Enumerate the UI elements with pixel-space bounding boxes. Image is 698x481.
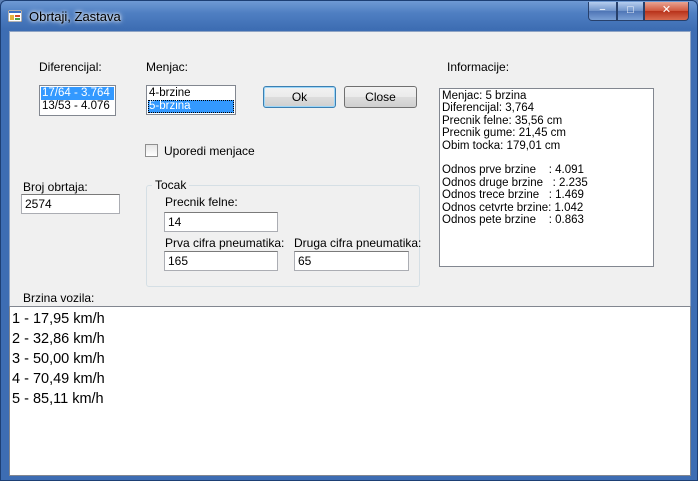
- close-icon: ✕: [661, 4, 672, 16]
- main-window: Obrtaji, Zastava − □ ✕ Diferencijal: 17/…: [0, 0, 698, 481]
- uporedi-label[interactable]: Uporedi menjace: [164, 144, 255, 158]
- window-title: Obrtaji, Zastava: [29, 9, 121, 24]
- druga-cifra-label: Druga cifra pneumatika:: [294, 236, 422, 250]
- minimize-icon: −: [599, 4, 606, 16]
- prva-cifra-label: Prva cifra pneumatika:: [165, 236, 285, 250]
- brzina-vozila-label: Brzina vozila:: [23, 291, 95, 305]
- diferencijal-item[interactable]: 17/64 - 3.764: [41, 87, 114, 100]
- maximize-button[interactable]: □: [617, 2, 644, 21]
- brzina-line: 2 - 32,86 km/h: [12, 331, 105, 347]
- prva-cifra-input[interactable]: 165: [164, 251, 278, 271]
- broj-obrtaja-input[interactable]: 2574: [21, 194, 120, 214]
- brzina-line: 1 - 17,95 km/h: [12, 311, 105, 327]
- diferencijal-label: Diferencijal:: [39, 60, 102, 74]
- form-client-area: Diferencijal: 17/64 - 3.764 13/53 - 4.07…: [9, 31, 691, 476]
- close-button[interactable]: Close: [344, 86, 417, 108]
- informacije-textbox[interactable]: Menjac: 5 brzina Diferencijal: 3,764 Pre…: [439, 88, 654, 267]
- druga-cifra-input[interactable]: 65: [294, 251, 409, 271]
- menjac-item[interactable]: 5-brzina: [148, 100, 234, 113]
- uporedi-checkbox[interactable]: [145, 144, 158, 157]
- precnik-felne-input[interactable]: 14: [164, 212, 278, 232]
- brzina-line: 3 - 50,00 km/h: [12, 351, 105, 367]
- brzina-line: 4 - 70,49 km/h: [12, 371, 105, 387]
- brzina-line: 5 - 85,11 km/h: [12, 391, 104, 407]
- ok-button[interactable]: Ok: [263, 86, 336, 108]
- menjac-label: Menjac:: [146, 60, 189, 74]
- close-window-button[interactable]: ✕: [644, 2, 689, 21]
- brzina-vozila-output[interactable]: 1 - 17,95 km/h 2 - 32,86 km/h 3 - 50,00 …: [9, 306, 691, 476]
- diferencijal-item[interactable]: 13/53 - 4.076: [41, 100, 114, 113]
- app-icon: [8, 10, 22, 22]
- menjac-item[interactable]: 4-brzine: [148, 87, 234, 100]
- precnik-felne-label: Precnik felne:: [165, 195, 238, 209]
- menjac-listbox[interactable]: 4-brzine 5-brzina: [146, 85, 236, 115]
- minimize-button[interactable]: −: [588, 2, 617, 21]
- title-bar[interactable]: Obrtaji, Zastava − □ ✕: [1, 1, 697, 31]
- tocak-group-title: Tocak: [152, 178, 190, 192]
- informacije-label: Informacije:: [447, 60, 510, 74]
- diferencijal-listbox[interactable]: 17/64 - 3.764 13/53 - 4.076: [39, 85, 116, 116]
- maximize-icon: □: [627, 4, 634, 16]
- broj-obrtaja-label: Broj obrtaja:: [23, 180, 88, 194]
